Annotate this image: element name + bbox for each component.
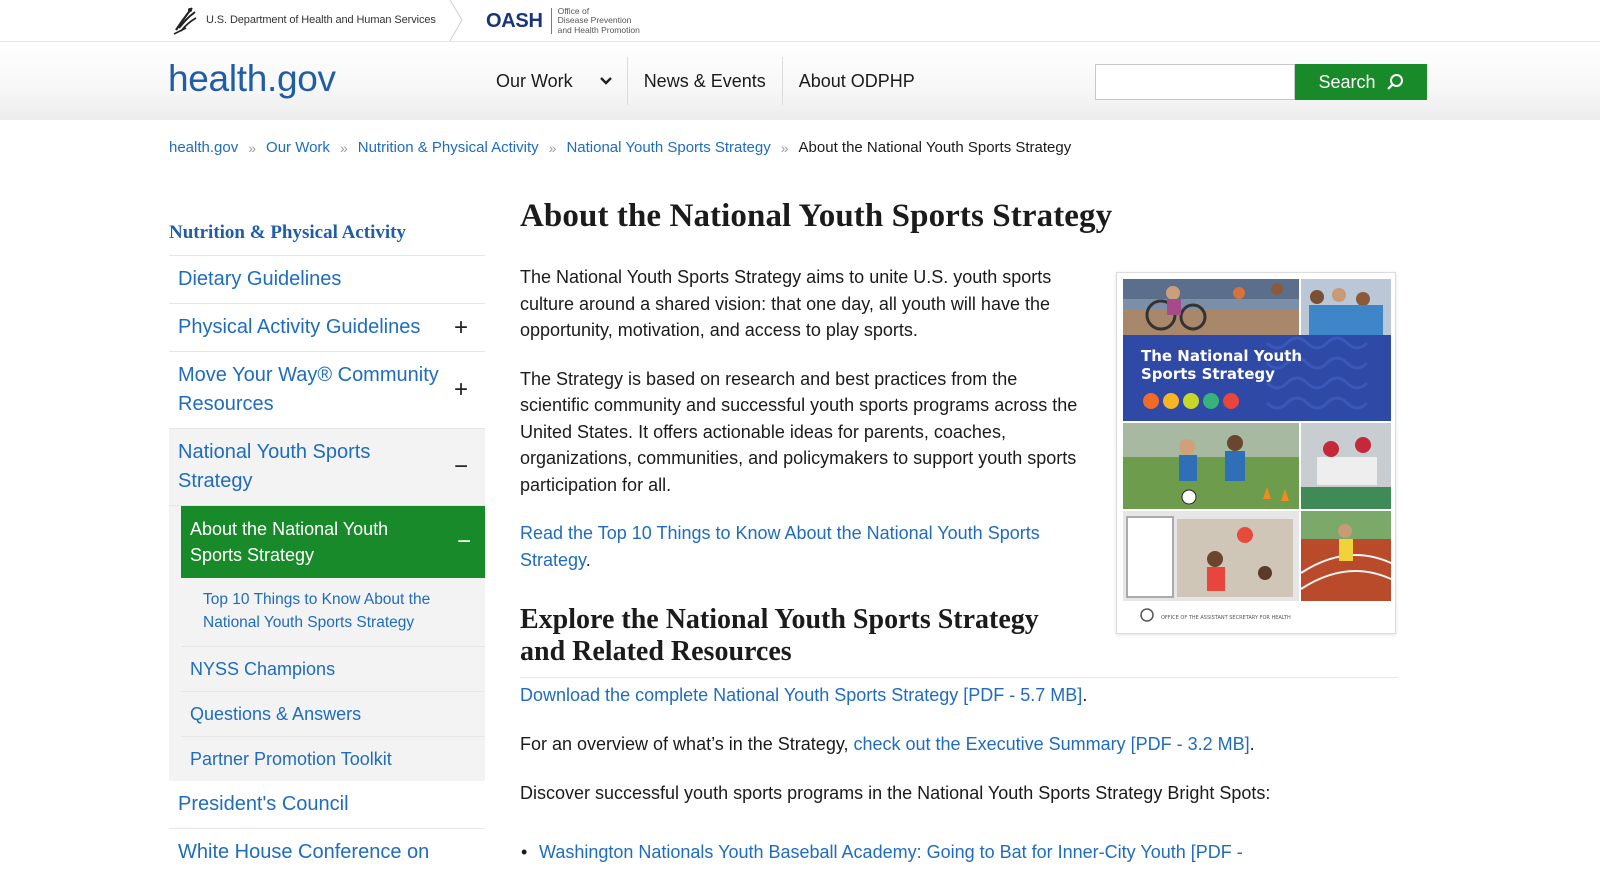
sidebar-item-questions-answers[interactable]: Questions & Answers bbox=[181, 692, 485, 737]
report-cover-image[interactable]: The National Youth Sports Strategy OFFIC… bbox=[1116, 272, 1396, 634]
breadcrumb-separator: » bbox=[780, 139, 789, 156]
sidebar-item-move-your-way[interactable]: Move Your Way® Community Resources + bbox=[169, 352, 485, 429]
oash-divider bbox=[550, 8, 552, 34]
collapse-icon[interactable]: − bbox=[451, 455, 471, 479]
download-paragraph: Download the complete National Youth Spo… bbox=[520, 685, 1088, 705]
page-title: About the National Youth Sports Strategy bbox=[520, 198, 1113, 234]
chevron-down-icon[interactable] bbox=[599, 76, 613, 86]
oash-subtitle: Office of Disease Prevention and Health … bbox=[557, 5, 640, 35]
site-logo[interactable]: health.gov bbox=[168, 58, 336, 100]
sidebar-item-label: White House Conference on bbox=[178, 841, 430, 863]
main-content: About the National Youth Sports Strategy… bbox=[520, 198, 1398, 863]
sidebar-item-nyss-champions[interactable]: NYSS Champions bbox=[181, 647, 485, 692]
breadcrumb-current: About the National Youth Sports Strategy bbox=[798, 139, 1072, 156]
hhs-eagle-logo-icon bbox=[173, 7, 197, 35]
breadcrumb-separator: » bbox=[248, 139, 257, 156]
sidebar-item-label: Physical Activity Guidelines bbox=[178, 316, 421, 338]
sidebar-title[interactable]: Nutrition & Physical Activity bbox=[169, 218, 485, 256]
intro-text: The National Youth Sports Strategy aims … bbox=[520, 264, 1090, 595]
nav-our-work[interactable]: Our Work bbox=[480, 53, 627, 109]
expand-icon[interactable]: + bbox=[451, 378, 471, 402]
nav-our-work-label: Our Work bbox=[496, 70, 573, 91]
sidebar-item-top-10[interactable]: Top 10 Things to Know About the National… bbox=[181, 578, 485, 647]
search-button-label: Search bbox=[1318, 71, 1376, 92]
expand-icon[interactable]: + bbox=[451, 315, 471, 339]
sidebar-item-nyss[interactable]: National Youth Sports Strategy − bbox=[169, 429, 485, 506]
collapse-icon[interactable]: − bbox=[457, 530, 471, 554]
sidebar-item-label: National Youth Sports Strategy bbox=[178, 441, 371, 492]
explore-heading: Explore the National Youth Sports Strate… bbox=[520, 604, 1398, 678]
agency-divider bbox=[449, 0, 463, 41]
strategy-paragraph: The Strategy is based on research and be… bbox=[520, 368, 1078, 495]
report-cover-art: The National Youth Sports Strategy OFFIC… bbox=[1123, 279, 1392, 629]
breadcrumb-link[interactable]: Our Work bbox=[266, 139, 330, 156]
sidebar-item-about-nyss[interactable]: About the National Youth Sports Strategy… bbox=[181, 506, 485, 578]
breadcrumb-separator: » bbox=[339, 139, 348, 156]
main-nav: Our Work News & Events About ODPHP bbox=[480, 53, 931, 109]
sidebar-submenu: About the National Youth Sports Strategy… bbox=[169, 506, 485, 781]
oash-logo: OASH bbox=[486, 9, 543, 32]
top10-link[interactable]: Read the Top 10 Things to Know About the… bbox=[520, 523, 1040, 570]
bright-spots-intro: Discover successful youth sports program… bbox=[520, 783, 1271, 803]
hhs-link[interactable]: U.S. Department of Health and Human Serv… bbox=[170, 4, 436, 36]
overview-paragraph: For an overview of what’s in the Strateg… bbox=[520, 734, 1255, 754]
sidebar-item-white-house-conference[interactable]: White House Conference on bbox=[169, 829, 485, 874]
breadcrumb-link[interactable]: Nutrition & Physical Activity bbox=[358, 139, 539, 156]
sidebar-item-label: Dietary Guidelines bbox=[178, 268, 342, 290]
executive-summary-link[interactable]: check out the Executive Summary [PDF - 3… bbox=[854, 734, 1250, 754]
breadcrumb: health.gov » Our Work » Nutrition & Phys… bbox=[169, 139, 1071, 156]
svg-text:Sports Strategy: Sports Strategy bbox=[1141, 365, 1275, 383]
sidebar-item-label: Move Your Way® Community Resources bbox=[178, 364, 439, 415]
sidebar-item-label: President's Council bbox=[178, 793, 349, 815]
search-icon bbox=[1386, 74, 1403, 90]
hhs-name: U.S. Department of Health and Human Serv… bbox=[206, 14, 436, 26]
bright-spot-link[interactable]: Washington Nationals Youth Baseball Acad… bbox=[521, 842, 1243, 863]
oash-link[interactable]: OASH Office of Disease Prevention and He… bbox=[486, 5, 640, 35]
nav-about-odphp[interactable]: About ODPHP bbox=[783, 53, 931, 109]
site-search: Search bbox=[1095, 64, 1427, 100]
sidebar-item-dietary-guidelines[interactable]: Dietary Guidelines bbox=[169, 256, 485, 304]
top10-paragraph: Read the Top 10 Things to Know About the… bbox=[520, 523, 1040, 570]
sidebar-item-presidents-council[interactable]: President's Council bbox=[169, 781, 485, 829]
breadcrumb-separator: » bbox=[548, 139, 557, 156]
sidebar-nav: Nutrition & Physical Activity Dietary Gu… bbox=[169, 218, 485, 874]
sidebar-item-physical-activity-guidelines[interactable]: Physical Activity Guidelines + bbox=[169, 304, 485, 352]
search-input[interactable] bbox=[1095, 64, 1295, 100]
intro-paragraph: The National Youth Sports Strategy aims … bbox=[520, 267, 1052, 340]
breadcrumb-link[interactable]: National Youth Sports Strategy bbox=[566, 139, 770, 156]
download-pdf-link[interactable]: Download the complete National Youth Spo… bbox=[520, 685, 1082, 705]
sidebar-item-partner-toolkit[interactable]: Partner Promotion Toolkit bbox=[181, 737, 485, 781]
site-header: health.gov Our Work News & Events About … bbox=[0, 41, 1600, 120]
sidebar-item-label: About the National Youth Sports Strategy bbox=[190, 519, 389, 565]
svg-text:The National Youth: The National Youth bbox=[1141, 347, 1302, 365]
search-button[interactable]: Search bbox=[1295, 64, 1427, 100]
agency-bar: U.S. Department of Health and Human Serv… bbox=[0, 0, 1600, 41]
breadcrumb-link[interactable]: health.gov bbox=[169, 139, 238, 156]
nav-news-events[interactable]: News & Events bbox=[628, 53, 782, 109]
